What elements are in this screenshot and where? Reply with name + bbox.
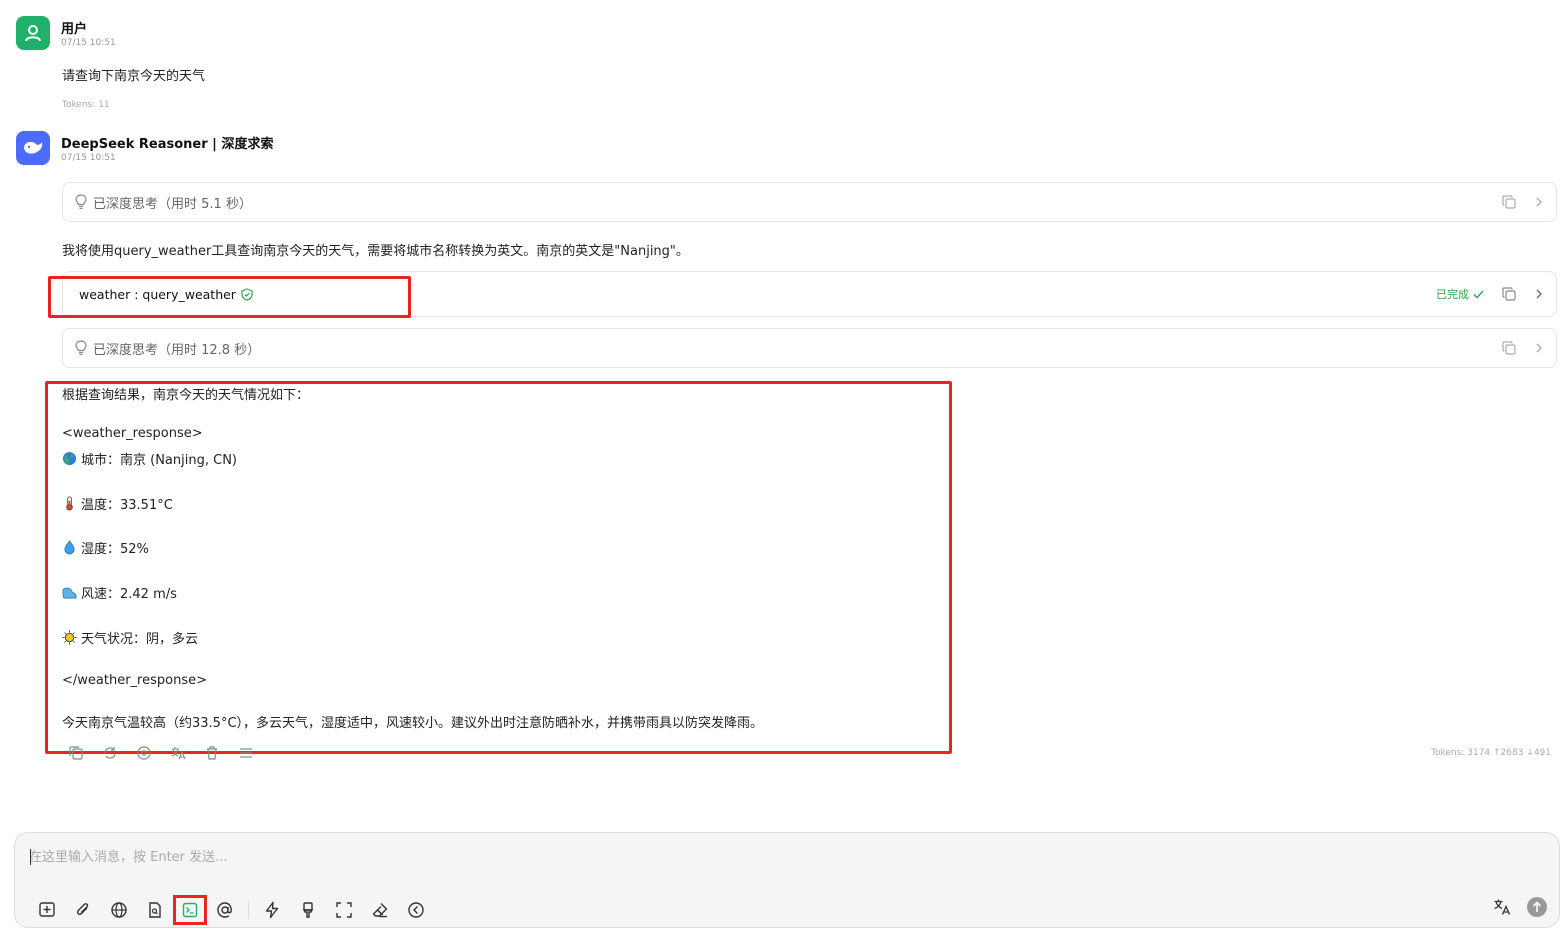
user-icon — [25, 25, 41, 42]
globe-icon — [62, 451, 77, 466]
regenerate-icon[interactable] — [102, 746, 118, 760]
thermometer-icon — [66, 496, 73, 511]
mention-icon[interactable] — [136, 746, 152, 760]
clear-context-button[interactable] — [290, 897, 326, 923]
response-humidity: 湿度：52% — [81, 542, 149, 557]
send-button[interactable] — [1527, 897, 1547, 917]
user-timestamp: 07/15 10:51 — [61, 38, 116, 48]
eraser-icon — [372, 903, 388, 918]
at-sign-icon — [217, 902, 232, 918]
message-input[interactable] — [29, 847, 1529, 867]
response-condition: 天气状况：阴，多云 — [81, 632, 199, 647]
tool-call-label-row: weather : query_weather — [79, 287, 253, 302]
brush-icon — [302, 902, 314, 918]
attach-button[interactable] — [65, 897, 101, 923]
response-summary: 今天南京气温较高（约33.5°C），多云天气，湿度适中，风速较小。建议外出时注意… — [62, 716, 764, 731]
user-message: 用户 07/15 10:51 — [16, 16, 1553, 116]
arrow-up-icon — [1532, 901, 1542, 912]
tool-status: 已完成 — [1436, 286, 1484, 302]
chevron-right-icon[interactable] — [1534, 288, 1544, 300]
response-humidity-line: 湿度：52% — [62, 538, 149, 557]
deepseek-avatar — [16, 131, 50, 165]
chevron-right-icon[interactable] — [1534, 342, 1544, 354]
response-close-tag: </weather_response> — [62, 673, 207, 688]
tool-call-name: weather : query_weather — [79, 287, 236, 302]
new-chat-icon — [39, 902, 55, 917]
composer-right-tools — [1493, 897, 1547, 917]
response-city-line: 城市：南京 (Nanjing, CN) — [62, 449, 237, 468]
response-city: 城市：南京 (Nanjing, CN) — [81, 453, 237, 468]
whale-icon — [24, 141, 43, 154]
mcp-tools-button[interactable] — [173, 895, 207, 925]
response-temperature: 温度：33.51°C — [81, 498, 173, 513]
terminal-icon — [182, 902, 198, 918]
tool-call-block[interactable]: weather : query_weather 已完成 — [62, 271, 1557, 317]
droplet-icon — [64, 540, 75, 555]
thinking-label-1: 已深度思考（用时 5.1 秒） — [93, 196, 252, 212]
sun-cloud-icon — [62, 630, 77, 645]
translate-icon[interactable] — [1493, 898, 1511, 916]
thinking-label-2: 已深度思考（用时 12.8 秒） — [93, 342, 261, 358]
globe-icon — [111, 902, 127, 918]
tool-status-text: 已完成 — [1436, 288, 1469, 301]
assistant-intro-text: 我将使用query_weather工具查询南京今天的天气，需要将城市名称转换为英… — [62, 244, 689, 259]
message-actions — [68, 746, 254, 760]
response-wind-line: 风速：2.42 m/s — [62, 583, 177, 602]
fullscreen-icon — [336, 902, 352, 918]
copy-icon[interactable] — [1502, 341, 1516, 355]
assistant-timestamp: 07/15 10:51 — [61, 153, 116, 163]
lightbulb-icon — [75, 340, 87, 356]
response-intro: 根据查询结果，南京今天的天气情况如下： — [62, 388, 310, 403]
thinking-block-2[interactable]: 已深度思考（用时 12.8 秒） — [62, 328, 1557, 368]
mention-model-button[interactable] — [207, 897, 243, 923]
response-condition-line: 天气状况：阴，多云 — [62, 628, 198, 647]
quick-phrases-button[interactable] — [254, 897, 290, 923]
assistant-message: DeepSeek Reasoner | 深度求索 07/15 10:51 — [16, 131, 1553, 171]
response-temperature-line: 温度：33.51°C — [62, 494, 173, 513]
paperclip-icon — [76, 903, 89, 915]
user-avatar — [16, 16, 50, 50]
lightbulb-icon — [75, 194, 87, 210]
menu-icon[interactable] — [238, 746, 254, 760]
user-name: 用户 — [61, 22, 88, 37]
copy-icon[interactable] — [1502, 287, 1516, 301]
response-open-tag: <weather_response> — [62, 426, 203, 441]
clear-input-button[interactable] — [362, 897, 398, 923]
response-wind: 风速：2.42 m/s — [81, 587, 177, 602]
user-message-text: 请查询下南京今天的天气 — [62, 69, 206, 84]
assistant-name: DeepSeek Reasoner | 深度求索 — [61, 137, 274, 152]
translate-icon[interactable] — [170, 746, 186, 760]
circle-chevron-left-icon — [408, 902, 424, 918]
chevron-right-icon[interactable] — [1534, 196, 1544, 208]
collapse-button[interactable] — [398, 897, 434, 923]
web-search-button[interactable] — [101, 897, 137, 923]
assistant-token-count: Tokens: 3174 ↑2683 ↓491 — [1431, 748, 1551, 758]
knowledge-base-button[interactable] — [137, 897, 173, 923]
expand-button[interactable] — [326, 897, 362, 923]
wind-icon — [62, 587, 77, 599]
checkmark-icon — [1473, 290, 1484, 298]
lightning-icon — [265, 901, 279, 919]
trash-icon[interactable] — [204, 746, 220, 760]
thinking-block-1[interactable]: 已深度思考（用时 5.1 秒） — [62, 182, 1557, 222]
copy-icon[interactable] — [1502, 195, 1516, 209]
user-token-count: Tokens: 11 — [62, 100, 110, 110]
text-caret — [30, 849, 31, 865]
message-composer — [14, 832, 1560, 928]
composer-toolbar — [29, 895, 434, 925]
shield-check-icon — [241, 288, 253, 301]
file-search-icon — [149, 902, 161, 918]
copy-icon[interactable] — [68, 746, 84, 760]
new-topic-button[interactable] — [29, 897, 65, 923]
toolbar-divider — [248, 901, 249, 919]
